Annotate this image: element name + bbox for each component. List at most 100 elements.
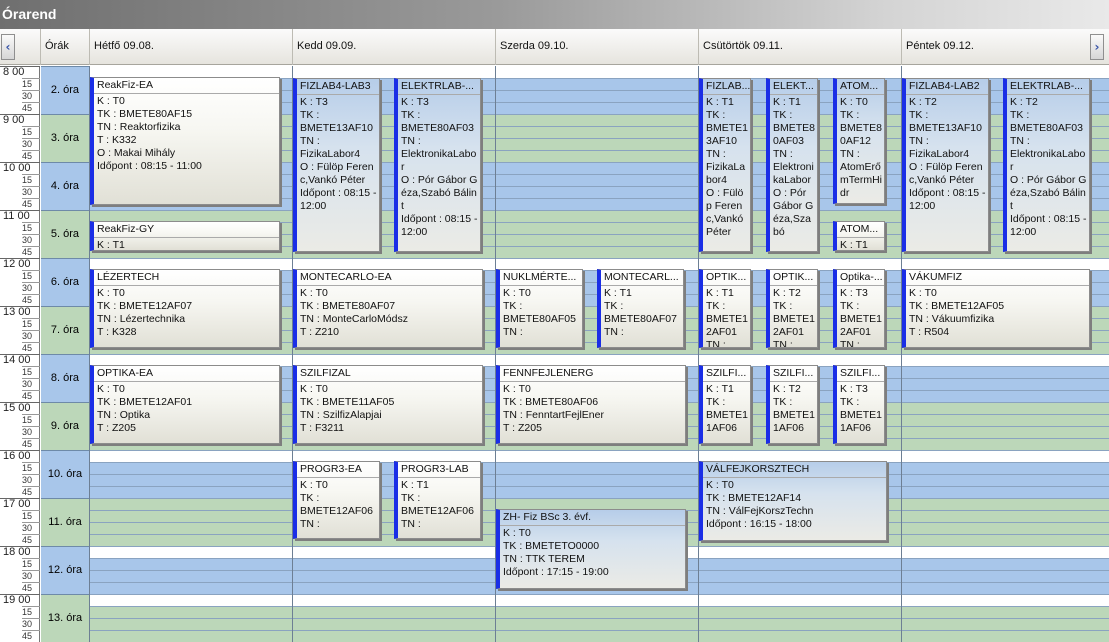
event-detail: BMETE80AF07	[604, 313, 677, 325]
event-detail: BMETE11AF06	[706, 409, 749, 434]
event-detail: TK :	[840, 396, 860, 408]
event-title: OPTIK...	[703, 271, 750, 286]
minute-label: 15	[22, 78, 40, 89]
minute-label: 30	[22, 378, 40, 389]
course-event[interactable]: OPTIK... K : T1 TK : BMETE12AF01 TN :	[699, 269, 751, 348]
event-title: VÁKUMFIZ	[906, 271, 1089, 286]
minute-label: 15	[22, 270, 40, 281]
course-event[interactable]: PROGR3-EA K : T0 TK : BMETE12AF06 TN :	[293, 461, 380, 539]
event-title: SZILFI...	[837, 367, 884, 382]
course-event[interactable]: FENNFEJLENERG K : T0 TK : BMETE80AF06 TN : …	[496, 365, 686, 444]
course-event[interactable]: SZILFI... K : T2 TK : BMETE11AF06	[766, 365, 818, 444]
event-detail: TK :	[604, 300, 624, 312]
course-event[interactable]: ATOM... K : T1	[833, 221, 885, 251]
event-title: FENNFEJLENERG	[500, 367, 685, 382]
event-detail: BMETE80AF12	[840, 122, 883, 147]
event-title: ELEKTRLAB-...	[398, 80, 480, 95]
event-detail: TN : SzilfizAlapjai	[300, 409, 382, 421]
hour-label: 14 00	[0, 354, 40, 366]
event-detail: TN :	[840, 148, 860, 160]
period-label: 11. óra	[41, 498, 89, 546]
course-event[interactable]: VÁLFEJKORSZTECH K : T0 TK : BMETE12AF14 TN …	[699, 461, 887, 541]
event-title: LÉZERTECH	[94, 271, 279, 286]
event-detail: TN :	[773, 339, 793, 348]
event-detail: K : T1	[604, 287, 632, 299]
course-event[interactable]: ELEKTRLAB-... K : T3 TK : BMETE80AF03 TN : El…	[394, 78, 481, 252]
chevron-right-icon[interactable]: ›	[1090, 34, 1104, 60]
minute-label: 30	[22, 186, 40, 197]
event-detail: BMETE11AF06	[840, 409, 883, 434]
event-detail: K : T2	[1010, 96, 1038, 108]
event-detail: TK :	[401, 492, 421, 504]
timetable-window: Órarend ‹ Órák Hétfő 09.08. Kedd 09.09. …	[0, 0, 1109, 642]
day-header-wednesday[interactable]: Szerda 09.10.	[495, 29, 699, 65]
event-detail: K : T3	[840, 383, 868, 395]
course-event[interactable]: MONTECARLO-EA K : T0 TK : BMETE80AF07 TN : …	[293, 269, 483, 348]
minute-label: 45	[22, 534, 40, 545]
event-detail: K : T0	[840, 96, 868, 108]
event-detail: TN :	[909, 135, 929, 147]
day-header-monday[interactable]: Hétfő 09.08.	[89, 29, 293, 65]
minute-label: 45	[22, 150, 40, 161]
course-event[interactable]: OPTIK... K : T2 TK : BMETE12AF01 TN :	[766, 269, 818, 348]
chevron-left-icon[interactable]: ‹	[1, 34, 15, 60]
course-event[interactable]: FIZLAB4-LAB2 K : T2 TK : BMETE13AF10 TN : Fiz…	[902, 78, 989, 252]
day-header-friday[interactable]: Péntek 09.12.	[901, 29, 1087, 65]
course-event[interactable]: SZILFIZAL K : T0 TK : BMETE11AF05 TN : Szil…	[293, 365, 483, 444]
course-event[interactable]: ZH- Fiz BSc 3. évf. K : T0 TK : BMETETO000…	[496, 509, 686, 589]
course-event[interactable]: VÁKUMFIZ K : T0 TK : BMETE12AF05 TN : Vákuu…	[902, 269, 1090, 348]
time-band[interactable]	[90, 462, 1109, 498]
event-detail: TN : MonteCarloMódsz	[300, 313, 408, 325]
day-header-thursday[interactable]: Csütörtök 09.11.	[698, 29, 902, 65]
event-detail: BMETE80AF03	[401, 122, 474, 134]
event-detail: K : T0	[503, 383, 531, 395]
event-detail: K : T1	[401, 479, 429, 491]
time-band[interactable]	[90, 450, 1109, 462]
course-event[interactable]: SZILFI... K : T1 TK : BMETE11AF06	[699, 365, 751, 444]
course-event[interactable]: ATOM... K : T0 TK : BMETE80AF12 TN : AtomErőm…	[833, 78, 885, 204]
event-detail: TK :	[706, 300, 726, 312]
event-detail: TK :	[773, 300, 793, 312]
minute-label: 15	[22, 414, 40, 425]
course-event[interactable]: OPTIKA-EA K : T0 TK : BMETE12AF01 TN : Opti…	[90, 365, 280, 444]
event-title: VÁLFEJKORSZTECH	[703, 463, 886, 478]
course-event[interactable]: ELEKT... K : T1 TK : BMETE80AF03 TN : Elektro…	[766, 78, 818, 252]
course-event[interactable]: FIZLAB... K : T1 TK : BMETE13AF10 TN : Fizika…	[699, 78, 751, 252]
course-event[interactable]: SZILFI... K : T3 TK : BMETE11AF06	[833, 365, 885, 444]
event-detail: Időpont : 17:15 - 19:00	[503, 566, 609, 578]
course-event[interactable]: PROGR3-LAB K : T1 TK : BMETE12AF06 TN :	[394, 461, 481, 539]
event-detail: TK : BMETE12AF05	[909, 300, 1005, 312]
grid-line	[90, 258, 1109, 259]
course-event[interactable]: ReakFiz-GY K : T1	[90, 221, 280, 251]
event-detail: TN :	[840, 339, 860, 348]
course-event[interactable]: MONTECARL... K : T1 TK : BMETE80AF07 TN :	[597, 269, 684, 348]
event-title: ReakFiz-EA	[94, 79, 279, 94]
course-event[interactable]: ELEKTRLAB-... K : T2 TK : BMETE80AF03 TN : El…	[1003, 78, 1090, 252]
time-band[interactable]	[90, 606, 1109, 642]
event-detail: K : T1	[706, 287, 734, 299]
event-detail: FizikaLabor4	[300, 148, 361, 160]
minute-label: 15	[22, 510, 40, 521]
event-title: ELEKTRLAB-...	[1007, 80, 1089, 95]
course-event[interactable]: Optika-... K : T3 TK : BMETE12AF01 TN :	[833, 269, 885, 348]
event-title: ZH- Fiz BSc 3. évf.	[500, 511, 685, 526]
course-event[interactable]: ReakFiz-EA K : T0 TK : BMETE80AF15 TN : Rea…	[90, 77, 280, 205]
event-detail: O : Pór Gábor Géza,Szabó	[773, 187, 814, 238]
event-detail: T : K328	[97, 326, 137, 338]
day-header-tuesday[interactable]: Kedd 09.09.	[292, 29, 496, 65]
event-detail: ElektronikaLabor	[1010, 148, 1086, 173]
event-detail: TN : Vákuumfizika	[909, 313, 995, 325]
course-event[interactable]: FIZLAB4-LAB3 K : T3 TK : BMETE13AF10 TN : Fiz…	[293, 78, 380, 252]
event-detail: BMETE12AF01	[840, 313, 883, 338]
minute-label: 15	[22, 606, 40, 617]
hour-label: 8 00	[0, 66, 40, 78]
event-detail: BMETE11AF06	[773, 409, 816, 434]
minute-label: 45	[22, 246, 40, 257]
course-event[interactable]: LÉZERTECH K : T0 TK : BMETE12AF07 TN : Léze…	[90, 269, 280, 348]
course-event[interactable]: NUKLMÉRTE... K : T0 TK : BMETE80AF05 TN :	[496, 269, 583, 348]
time-band[interactable]	[90, 594, 1109, 606]
event-title: MONTECARLO-EA	[297, 271, 482, 286]
minute-label: 30	[22, 570, 40, 581]
event-detail: BMETE80AF03	[1010, 122, 1083, 134]
event-title: PROGR3-EA	[297, 463, 379, 478]
